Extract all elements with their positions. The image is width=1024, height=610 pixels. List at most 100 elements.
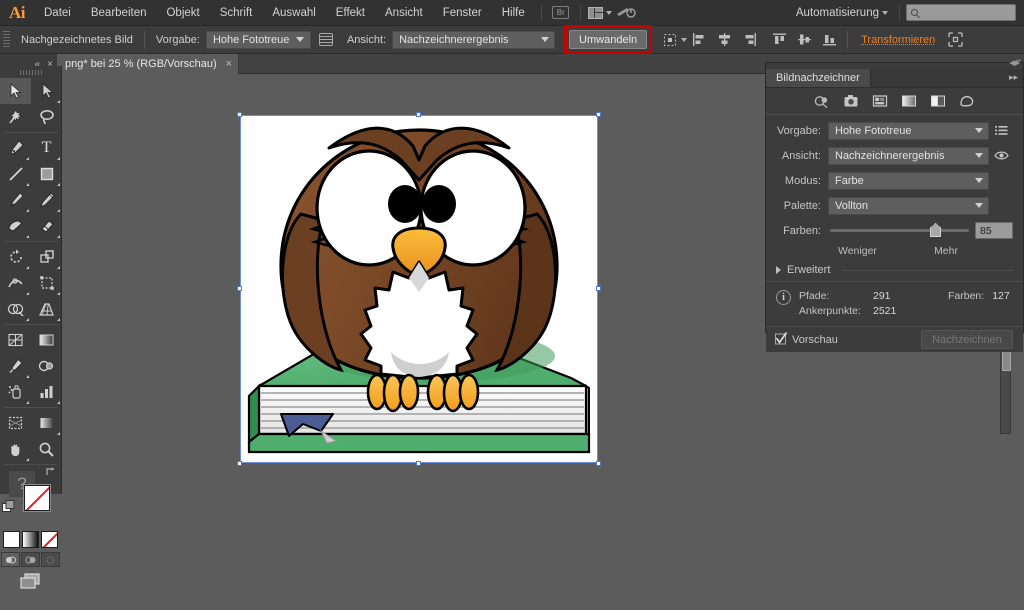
colors-slider-thumb[interactable] [930,223,942,237]
auto-color-button[interactable] [814,94,830,109]
anchors-label: Ankerpunkte: [799,304,861,317]
align-right-button[interactable] [741,31,758,48]
scale-tool[interactable] [31,244,62,270]
grayscale-icon [902,95,916,107]
low-color-button[interactable] [872,94,888,109]
menu-effekt[interactable]: Effekt [326,0,375,26]
hand-tool[interactable] [0,436,31,462]
pen-tool[interactable] [0,135,31,161]
magic-wand-tool[interactable] [0,104,31,130]
transform-link[interactable]: Transformieren [853,34,943,46]
selection-handle-tc[interactable] [416,112,421,117]
selection-handle-bl[interactable] [237,461,242,466]
black-white-button[interactable] [930,94,946,109]
selection-handle-ml[interactable] [237,286,242,291]
preset-dropdown[interactable]: Hohe Fototreue [205,30,311,49]
view-dropdown[interactable]: Nachzeichnerergebnis [392,30,556,49]
expand-button[interactable]: Umwandeln [569,30,648,49]
selection-handle-tr[interactable] [596,112,601,117]
lasso-tool[interactable] [31,104,62,130]
preview-checkbox[interactable] [775,332,788,345]
view-preview-toggle[interactable] [989,150,1013,161]
none-swatch-button[interactable] [41,531,58,548]
zoom-tool[interactable] [31,436,62,462]
artboard-tool[interactable] [0,410,31,436]
free-transform-tool[interactable] [31,270,62,296]
panel-palette-dropdown[interactable]: Vollton [828,196,989,215]
slice-tool[interactable] [31,410,62,436]
selection-handle-br[interactable] [596,461,601,466]
gradient-swatch-button[interactable] [22,531,39,548]
width-tool[interactable] [0,270,31,296]
draw-normal-button[interactable] [1,552,20,567]
align-hcenter-button[interactable] [716,31,733,48]
line-segment-tool[interactable] [0,161,31,187]
selection-handle-tl[interactable] [237,112,242,117]
color-swatch-button[interactable] [3,531,20,548]
align-vcenter-button[interactable] [796,31,813,48]
eyedropper-tool[interactable] [0,353,31,379]
tab-bildnachzeichner[interactable]: Bildnachzeichner [766,69,871,87]
bridge-button[interactable]: Br [548,0,574,26]
panel-preset-dropdown[interactable]: Hohe Fototreue [828,121,989,140]
align-bottom-button[interactable] [821,31,838,48]
search-input[interactable] [906,4,1016,21]
menu-datei[interactable]: Datei [34,0,81,26]
rectangle-tool[interactable] [31,161,62,187]
selection-handle-mr[interactable] [596,286,601,291]
trace-button[interactable]: Nachzeichnen [921,330,1013,349]
tracing-panel-icon[interactable] [318,33,333,46]
arrange-documents-button[interactable] [587,0,613,26]
perspective-grid-tool[interactable] [31,296,62,322]
change-screen-mode-icon[interactable] [18,572,44,592]
artboard[interactable] [240,115,598,463]
selection-handle-bc[interactable] [416,461,421,466]
close-icon[interactable]: × [226,58,232,70]
menu-bearbeiten[interactable]: Bearbeiten [81,0,157,26]
direct-selection-tool[interactable] [31,78,62,104]
advanced-section-toggle[interactable]: Erweitert [766,259,1023,281]
workspace-switcher[interactable]: Automatisierung [786,7,893,19]
eraser-tool[interactable] [31,213,62,239]
paintbrush-tool[interactable] [0,187,31,213]
menu-schrift[interactable]: Schrift [210,0,263,26]
symbol-sprayer-tool[interactable] [0,379,31,405]
isolate-button[interactable] [947,31,964,48]
panel-view-dropdown[interactable]: Nachzeichnerergebnis [828,146,989,165]
tools-panel-grip[interactable] [0,66,61,78]
preset-menu-button[interactable] [989,125,1013,136]
menu-ansicht[interactable]: Ansicht [375,0,433,26]
default-fill-stroke-icon[interactable] [2,500,15,513]
blob-brush-tool[interactable] [0,213,31,239]
align-top-button[interactable] [771,31,788,48]
colors-value-field[interactable]: 85 [975,222,1013,239]
type-tool[interactable]: T [31,135,62,161]
gradient-tool[interactable] [31,327,62,353]
blend-tool[interactable] [31,353,62,379]
rotate-tool[interactable] [0,244,31,270]
stroke-swatch[interactable] [24,485,50,511]
menu-auswahl[interactable]: Auswahl [262,0,325,26]
draw-behind-button[interactable] [21,552,40,567]
document-tab[interactable]: png* bei 25 % (RGB/Vorschau) × [57,54,240,74]
selection-tool[interactable] [0,78,31,104]
shape-builder-tool[interactable] [0,296,31,322]
column-graph-tool[interactable] [31,379,62,405]
swap-fill-stroke-icon[interactable] [45,467,56,478]
high-color-button[interactable] [843,94,859,109]
draw-inside-button[interactable] [41,552,60,567]
control-bar-grip[interactable] [3,30,10,49]
align-to-dropdown[interactable] [662,32,688,48]
menu-objekt[interactable]: Objekt [156,0,209,26]
stock-button[interactable] [613,0,639,26]
grayscale-button[interactable] [901,94,917,109]
panel-mode-dropdown[interactable]: Farbe [828,171,989,190]
panel-collapse-button[interactable]: ▸▸ [1009,72,1018,83]
outline-button[interactable] [959,94,975,109]
menu-fenster[interactable]: Fenster [433,0,492,26]
align-left-button[interactable] [691,31,708,48]
colors-slider[interactable] [830,223,969,237]
pencil-tool[interactable] [31,187,62,213]
mesh-tool[interactable] [0,327,31,353]
menu-hilfe[interactable]: Hilfe [492,0,535,26]
